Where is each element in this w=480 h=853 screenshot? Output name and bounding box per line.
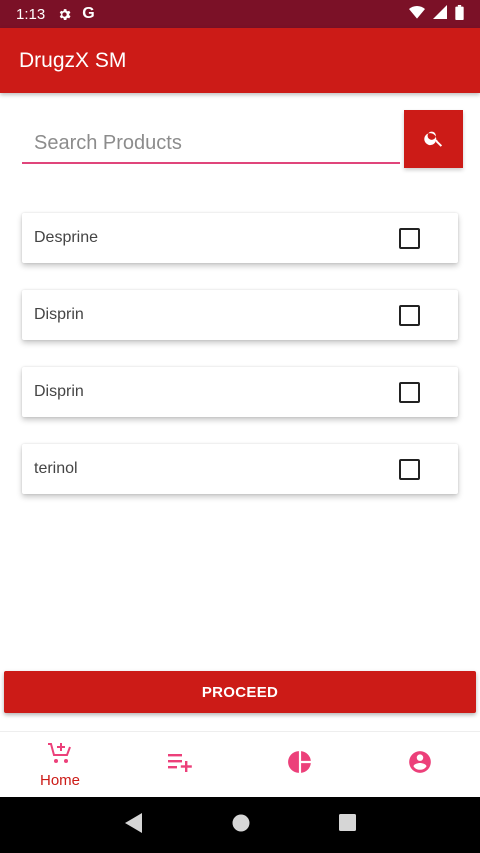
- product-checkbox[interactable]: [399, 459, 420, 480]
- account-circle-icon: [407, 749, 433, 780]
- search-icon: [423, 127, 445, 152]
- search-bar: [22, 110, 463, 168]
- system-navigation-bar: [0, 797, 480, 853]
- search-input[interactable]: [22, 124, 400, 164]
- product-name: Disprin: [34, 306, 84, 323]
- back-icon[interactable]: [124, 812, 143, 838]
- app-title: DrugzX SM: [19, 48, 127, 72]
- cart-add-icon: [47, 741, 73, 770]
- nav-item-home[interactable]: Home: [0, 732, 120, 797]
- nav-item-profile[interactable]: [360, 732, 480, 797]
- product-item[interactable]: terinol: [22, 444, 458, 494]
- product-checkbox[interactable]: [399, 228, 420, 249]
- product-name: terinol: [34, 460, 78, 477]
- signal-icon: [433, 5, 447, 23]
- nav-item-add-list[interactable]: [120, 732, 240, 797]
- recents-icon[interactable]: [338, 814, 356, 836]
- home-icon[interactable]: [232, 814, 250, 837]
- status-bar: 1:13 G: [0, 0, 480, 28]
- product-name: Disprin: [34, 383, 84, 400]
- app-bar: DrugzX SM: [0, 28, 480, 93]
- wifi-icon: [409, 5, 425, 23]
- product-name: Desprine: [34, 229, 99, 246]
- bottom-navigation: Home: [0, 731, 480, 797]
- nav-item-reports[interactable]: [240, 732, 360, 797]
- proceed-button[interactable]: PROCEED: [4, 671, 476, 713]
- product-checkbox[interactable]: [399, 305, 420, 326]
- search-button[interactable]: [404, 110, 463, 168]
- playlist-add-icon: [167, 751, 193, 778]
- battery-icon: [455, 4, 464, 24]
- status-time: 1:13: [16, 5, 46, 23]
- pie-chart-icon: [287, 749, 313, 780]
- gear-icon: [57, 7, 72, 22]
- nav-label-home: Home: [39, 771, 80, 789]
- product-item[interactable]: Disprin: [22, 290, 458, 340]
- product-item[interactable]: Disprin: [22, 367, 458, 417]
- product-list: Desprine Disprin Disprin terinol: [22, 213, 458, 521]
- product-item[interactable]: Desprine: [22, 213, 458, 263]
- product-checkbox[interactable]: [399, 382, 420, 403]
- google-g-icon: G: [82, 5, 95, 22]
